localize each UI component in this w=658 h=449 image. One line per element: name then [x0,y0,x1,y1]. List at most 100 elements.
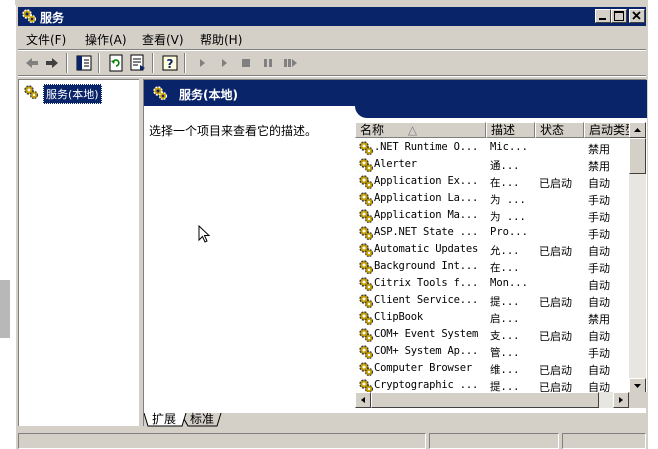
menu-bar: 文件(F) 操作(A) 查看(V) 帮助(H) [18,29,646,49]
service-row[interactable]: COM+ System Ap... 管... 手动 [355,343,629,360]
details-pane: 服务(本地) 选择一个项目来查看它的描述。 名称 △ 描述 状态 启动类型 [143,79,647,427]
service-gear-icon [359,243,374,258]
service-gear-icon [359,294,374,309]
column-status-label: 状态 [540,123,565,137]
start-service-icon [200,59,205,67]
header-wedge [355,106,647,118]
vertical-scrollbar[interactable] [629,122,646,394]
service-name: Application La... [374,192,479,204]
scrollbar-corner [629,392,647,408]
maximize-button[interactable] [611,9,627,23]
vertical-scroll-thumb[interactable] [629,138,646,174]
export-list-button[interactable] [128,53,148,73]
toolbar-separator [184,53,186,73]
toolbar-separator [152,53,154,73]
show-hide-tree-icon [76,55,92,71]
service-description: 管... [490,347,520,359]
service-row[interactable]: COM+ Event System 支... 已启动 自动 [355,326,629,343]
service-description: 为 ... [490,211,526,223]
back-button[interactable] [22,53,42,73]
service-description: 在... [490,177,520,189]
service-name: Application Ma... [374,209,479,221]
services-window: 服务 文件(F) 操作(A) 查看(V) 帮助(H) ? 服务(本地) 服务(本… [15,5,648,449]
service-row[interactable]: Application Ex... 在... 已启动 自动 [355,173,629,190]
status-pane-tertiary [562,433,646,449]
tab-extended[interactable]: 扩展 [152,413,176,427]
services-list-view: 名称 △ 描述 状态 启动类型 .NET Runtime O... Mic... 禁… [355,118,647,408]
service-description: 通... [490,160,520,172]
service-startup-type: 自动 [588,279,610,292]
refresh-button[interactable] [106,53,126,73]
service-row[interactable]: .NET Runtime O... Mic... 禁用 [355,139,629,156]
services-gear-icon [22,9,37,24]
service-row[interactable]: ClipBook 启... 禁用 [355,309,629,326]
service-gear-icon [359,277,374,292]
service-name: COM+ Event System [374,328,479,340]
scroll-right-button[interactable] [613,392,629,408]
toolbar-separator [66,53,68,73]
service-row[interactable]: Alerter 通... 禁用 [355,156,629,173]
service-gear-icon [359,141,374,156]
svg-text:?: ? [167,57,174,71]
menu-help[interactable]: 帮助(H) [200,31,242,48]
close-button[interactable] [629,9,645,23]
status-bar [18,433,646,449]
service-gear-icon [359,345,374,360]
column-header-name[interactable]: 名称 △ [355,122,486,138]
toolbar: ? [18,51,646,75]
window-title: 服务 [40,11,65,25]
view-tabs: 扩展 标准 [144,413,647,427]
service-name: Application Ex... [374,175,479,187]
minimize-button[interactable] [595,9,611,23]
menu-file[interactable]: 文件(F) [26,31,66,48]
service-row[interactable]: Computer Browser 维... 已启动 自动 [355,360,629,377]
service-row[interactable]: Application La... 为 ... 手动 [355,190,629,207]
service-row[interactable]: Citrix Tools f... Mon... 自动 [355,275,629,292]
tab-standard[interactable]: 标准 [190,413,214,427]
stop-service-button[interactable] [236,53,256,73]
service-name: Automatic Updates [374,243,479,255]
back-icon [26,58,38,68]
service-gear-icon [359,226,374,241]
menu-view[interactable]: 查看(V) [142,31,184,48]
column-header-startup-type[interactable]: 启动类型 [584,122,630,138]
service-startup-type: 禁用 [588,313,610,326]
service-description: 提... [490,296,520,308]
horizontal-scroll-thumb[interactable] [371,392,599,408]
service-name: Alerter [374,158,417,170]
column-header-status[interactable]: 状态 [535,122,584,138]
horizontal-scrollbar[interactable] [355,392,629,408]
pause-service-button[interactable] [258,53,278,73]
forward-button[interactable] [42,53,62,73]
service-status: 已启动 [539,177,572,190]
forward-icon [46,58,58,68]
service-status: 已启动 [539,330,572,343]
scroll-up-button[interactable] [629,122,646,138]
refresh-icon [109,54,123,72]
service-startup-type: 自动 [588,330,610,343]
service-row[interactable]: Background Int... 在... 手动 [355,258,629,275]
service-row[interactable]: Client Service... 提... 已启动 自动 [355,292,629,309]
service-row[interactable]: ASP.NET State ... Pro... 手动 [355,224,629,241]
service-gear-icon [359,192,374,207]
restart-service-button[interactable] [280,53,300,73]
service-row[interactable]: Automatic Updates 允... 已启动 自动 [355,241,629,258]
service-name: ClipBook [374,311,423,323]
service-row[interactable]: Application Ma... 为 ... 手动 [355,207,629,224]
help-button[interactable]: ? [160,53,180,73]
restart-service-icon [284,59,297,67]
service-startup-type: 手动 [588,228,610,241]
arrow-right-icon [619,397,623,403]
service-description: 维... [490,364,520,376]
show-hide-tree-button[interactable] [74,53,94,73]
column-header-description[interactable]: 描述 [486,122,535,138]
scroll-left-button[interactable] [355,392,371,408]
arrow-up-icon [634,128,641,132]
service-name: Background Int... [374,260,479,272]
console-tree: 服务(本地) [18,79,139,426]
desktop-left-edge [0,0,15,449]
menu-action[interactable]: 操作(A) [85,31,127,48]
start-service-alt-button[interactable] [214,53,234,73]
start-service-button[interactable] [192,53,212,73]
service-startup-type: 自动 [588,177,610,190]
